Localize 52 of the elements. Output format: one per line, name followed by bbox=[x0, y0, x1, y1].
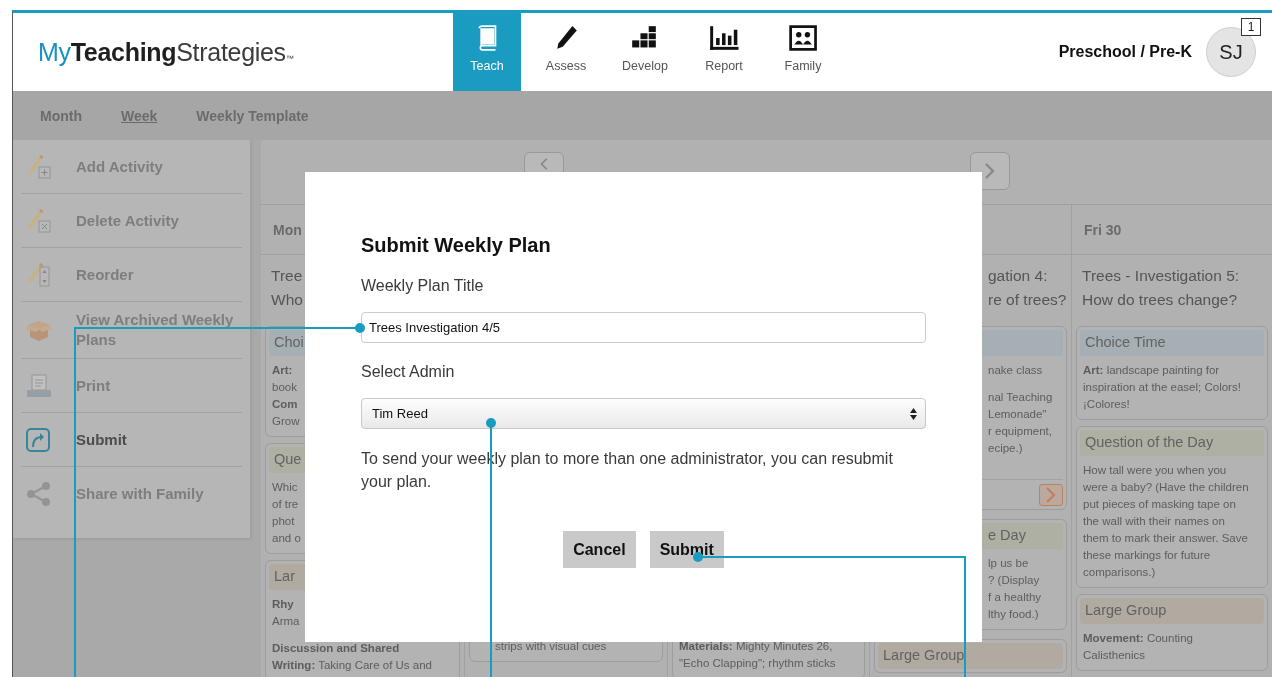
activity-card[interactable]: Choice Time Art: landscape painting for inspiration at the easel; Colors! ¡Colores! bbox=[1076, 326, 1268, 420]
nav-tab[interactable]: Report bbox=[690, 13, 758, 91]
card-text: Art: book Com Grow bbox=[271, 363, 301, 429]
view-tab[interactable]: Month bbox=[40, 107, 82, 124]
day-title: Tree Who bbox=[271, 267, 303, 308]
program-label[interactable]: Preschool / Pre-K bbox=[1058, 43, 1192, 61]
sidebar-item[interactable]: Submit bbox=[21, 413, 242, 467]
card-text: Rhy Arma bbox=[271, 597, 301, 629]
card-text: lp us be ? (Display f a healthy lthy food.) bbox=[987, 556, 1043, 622]
submit-button[interactable]: Submit bbox=[649, 531, 724, 568]
card-text: Materials: Mighty Minutes 26, "Echo Clapping"; rhythm sticks bbox=[678, 639, 837, 671]
nav-tab[interactable]: Develop bbox=[611, 13, 679, 91]
book-icon bbox=[476, 25, 498, 51]
pencil-x-icon bbox=[25, 207, 53, 234]
nav-tab[interactable]: Assess bbox=[532, 13, 600, 91]
updown-caret-icon bbox=[910, 407, 917, 420]
card-text: Discussion and Shared Writing: Taking Care of Us and bbox=[271, 641, 433, 673]
plan-title-field[interactable]: Trees Investigation 4/5 bbox=[361, 312, 926, 343]
day-title: Trees - Investigation 5: How do trees change? bbox=[1082, 267, 1240, 308]
admin-dropdown[interactable]: Tim Reed bbox=[361, 398, 926, 429]
card-heading: Large Group bbox=[1080, 598, 1264, 624]
view-tab[interactable]: Week bbox=[121, 107, 158, 124]
day-header: Fri 30 bbox=[1072, 205, 1272, 255]
chevron-right-icon bbox=[985, 163, 995, 179]
share-icon bbox=[25, 481, 53, 507]
nav-tab[interactable]: Teach bbox=[453, 13, 521, 91]
card-text: Whic of tre phot and o bbox=[271, 480, 302, 546]
cancel-button[interactable]: Cancel bbox=[563, 531, 636, 568]
next-button[interactable] bbox=[1039, 484, 1063, 506]
card-text: nal Teaching Lemonade" r equipment, ecipe.) bbox=[987, 390, 1054, 456]
card-heading: Question of the Day bbox=[1080, 430, 1264, 456]
activity-card[interactable]: Large Group Movement: Counting Calisthenics bbox=[1076, 594, 1268, 671]
printer-icon bbox=[25, 372, 53, 399]
notification-badge: 1 bbox=[1241, 18, 1261, 36]
day-title: gation 4: re of trees? bbox=[988, 267, 1067, 308]
chevron-right-icon bbox=[1046, 487, 1056, 503]
pencil-icon bbox=[554, 25, 578, 51]
field-label: Weekly Plan Title bbox=[361, 277, 485, 295]
card-heading: Choice Time bbox=[1080, 330, 1264, 356]
pencil-arrows-icon bbox=[25, 261, 53, 288]
field-label: Select Admin bbox=[361, 363, 456, 381]
picture-frame-icon bbox=[788, 25, 818, 51]
card-text: Movement: Counting Calisthenics bbox=[1082, 631, 1194, 663]
bar-chart-icon bbox=[708, 25, 740, 51]
chevron-left-icon bbox=[540, 158, 548, 170]
view-tab[interactable]: Weekly Template bbox=[196, 107, 309, 124]
card-text: How tall were you when you were a baby? (Have the children put pieces of masking tape on the wall with their names on them to mark their answer. Save these markings for future comparisons.) bbox=[1082, 463, 1250, 580]
pencil-plus-icon bbox=[25, 153, 53, 180]
card-text: nake class bbox=[987, 363, 1044, 378]
card-text: Art: landscape painting for inspiration at the easel; Colors! ¡Colores! bbox=[1082, 363, 1242, 412]
nav-tab[interactable]: Family bbox=[769, 13, 837, 91]
card-text: strips with visual cues bbox=[494, 639, 608, 654]
